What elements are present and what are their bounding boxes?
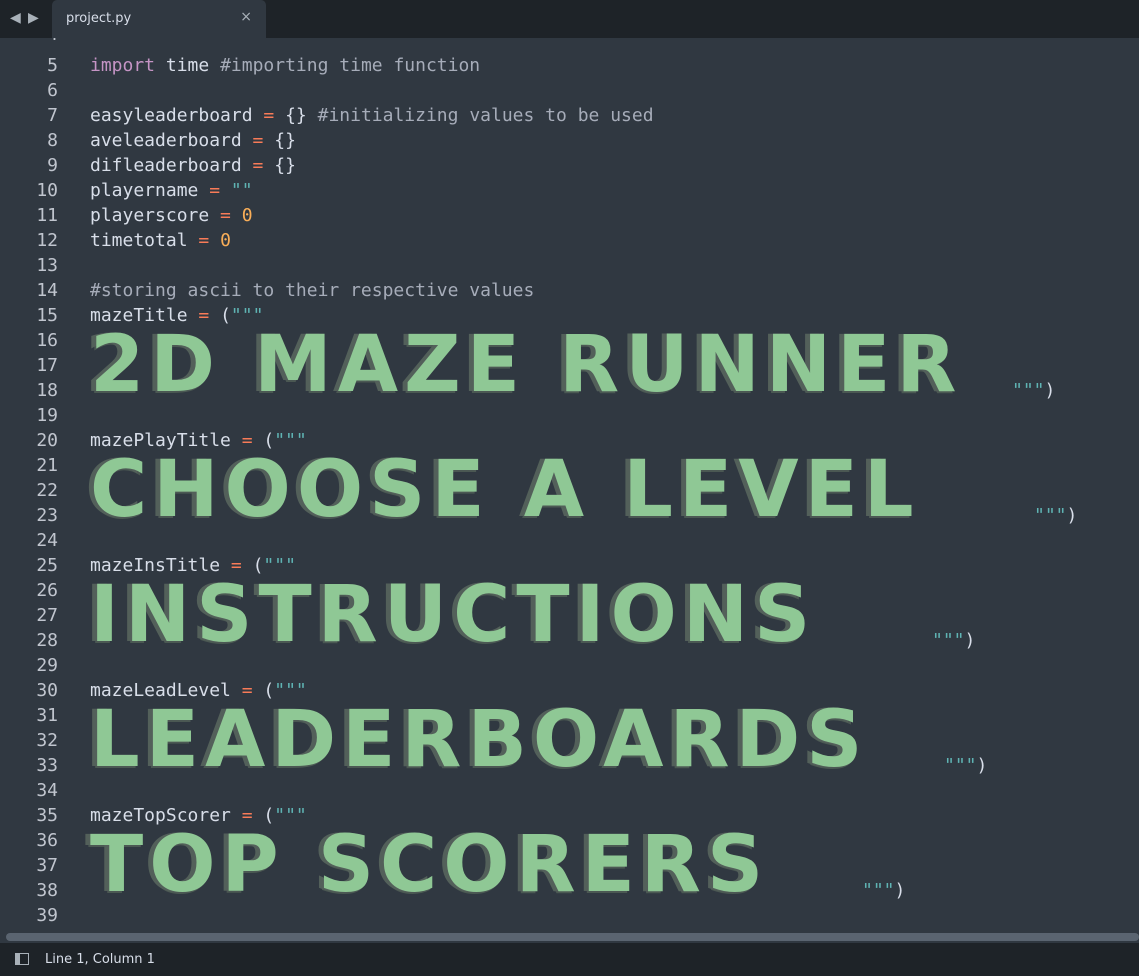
line-number: 38 (36, 880, 58, 901)
status-bar: Line 1, Column 1 (0, 943, 1139, 976)
line-number: 36 (36, 830, 58, 851)
line-number: 20 (36, 430, 58, 451)
line-number: 16 (36, 330, 58, 351)
banner-end-play: """) (1034, 505, 1078, 526)
line-number: 18 (36, 380, 58, 401)
banner-end-leaderboards: """) (944, 755, 988, 776)
banner-end-title: """) (1012, 380, 1056, 401)
line-number: 29 (36, 655, 58, 676)
ascii-banner-play: CHOOSE A LEVEL (90, 445, 920, 535)
line-number: 26 (36, 580, 58, 601)
line-number: 33 (36, 755, 58, 776)
line-number: 9 (47, 155, 58, 176)
line-number: 15 (36, 305, 58, 326)
ascii-banner-leaderboards: LEADERBOARDS (90, 695, 869, 785)
code-line-8: aveleaderboard = {} (90, 130, 296, 151)
line-number: 14 (36, 280, 58, 301)
tab-label: project.py (66, 11, 132, 26)
code-line-5: import time #importing time function (90, 55, 481, 76)
line-number: 13 (36, 255, 58, 276)
line-number: 31 (36, 705, 58, 726)
ascii-banner-instructions: INSTRUCTIONS (90, 570, 817, 660)
code-line-11: playerscore = 0 (90, 205, 253, 226)
line-number: 17 (36, 355, 58, 376)
line-number: 35 (36, 805, 58, 826)
sidebar-toggle-icon[interactable] (15, 953, 29, 965)
line-number: 34 (36, 780, 58, 801)
nav-forward-icon[interactable]: ▶ (28, 10, 39, 26)
tab-project-py[interactable]: project.py × (52, 0, 266, 38)
code-line-9: difleaderboard = {} (90, 155, 296, 176)
banner-end-topscorers: """) (862, 880, 906, 901)
horizontal-scrollbar[interactable] (6, 933, 1139, 941)
line-number: 24 (36, 530, 58, 551)
line-number: 23 (36, 505, 58, 526)
line-number: 12 (36, 230, 58, 251)
tab-bar: ◀ ▶ project.py × (0, 0, 1139, 38)
line-number: 37 (36, 855, 58, 876)
line-number: 25 (36, 555, 58, 576)
line-number: 30 (36, 680, 58, 701)
line-number: 10 (36, 180, 58, 201)
cursor-position: Line 1, Column 1 (45, 952, 155, 967)
line-number: 39 (36, 905, 58, 926)
line-number: 28 (36, 630, 58, 651)
line-number: 32 (36, 730, 58, 751)
line-number: 21 (36, 455, 58, 476)
nav-back-icon[interactable]: ◀ (10, 10, 21, 26)
line-number: 6 (47, 80, 58, 101)
code-editor[interactable]: 4 5 6 7 8 9 10 11 12 13 14 15 16 17 18 19 20 21 22 23 24 25 26… (0, 38, 1139, 930)
line-number: 27 (36, 605, 58, 626)
code-line-14: #storing ascii to their respective value… (90, 280, 535, 301)
ascii-banner-title: 2D MAZE RUNNER (90, 320, 963, 410)
code-line-10: playername = "" (90, 180, 253, 201)
line-number: 8 (47, 130, 58, 151)
code-line-12: timetotal = 0 (90, 230, 231, 251)
ascii-banner-topscorers: TOP SCORERS (90, 820, 770, 910)
close-icon[interactable]: × (240, 9, 252, 25)
banner-end-instructions: """) (932, 630, 976, 651)
line-number: 7 (47, 105, 58, 126)
line-number: 5 (47, 55, 58, 76)
line-number: 11 (36, 205, 58, 226)
line-number: 4 (0, 38, 58, 47)
code-line-7: easyleaderboard = {} #initializing value… (90, 105, 654, 126)
line-number: 22 (36, 480, 58, 501)
line-number: 19 (36, 405, 58, 426)
